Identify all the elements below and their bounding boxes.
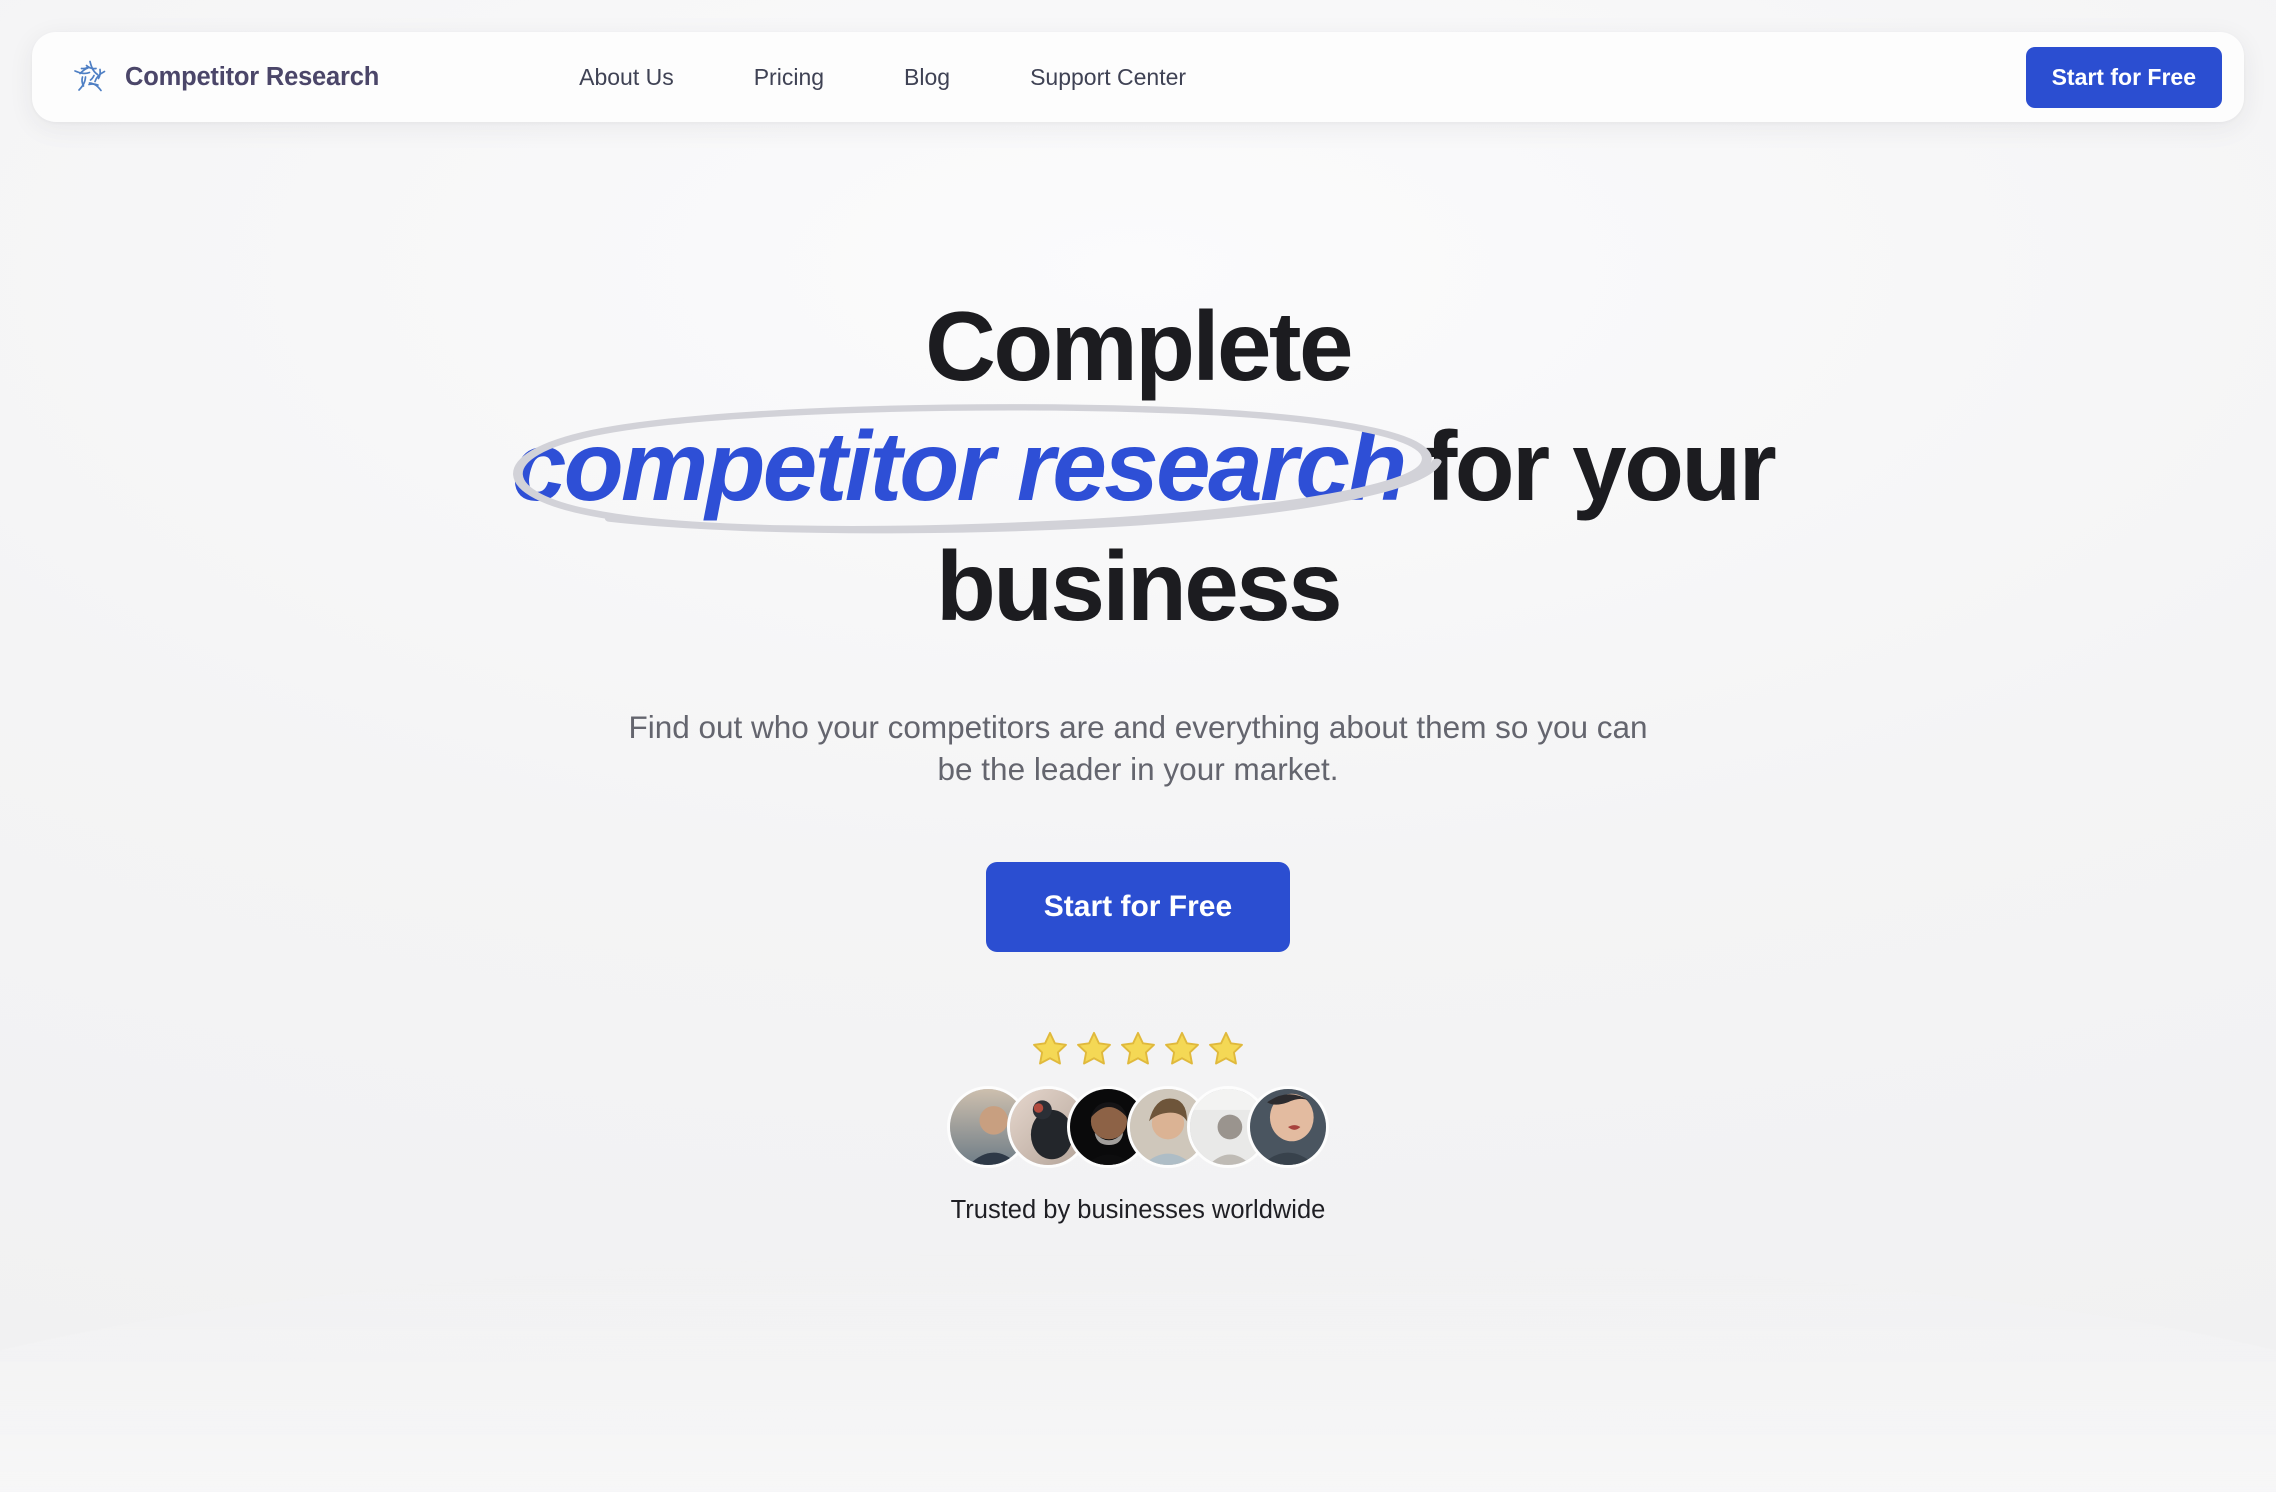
spiderweb-icon [68, 55, 112, 99]
hero-start-for-free-button[interactable]: Start for Free [985, 861, 1291, 952]
rating-stars [1031, 1030, 1245, 1068]
hero-subtitle: Find out who your competitors are and ev… [628, 709, 1648, 787]
star-icon [1075, 1030, 1113, 1068]
customer-avatars [947, 1085, 1329, 1168]
headline-line-3: business [935, 531, 1343, 641]
trusted-text: Trusted by businesses worldwide [950, 1195, 1326, 1224]
nav-link-pricing[interactable]: Pricing [754, 54, 824, 101]
header-start-for-free-button[interactable]: Start for Free [2025, 46, 2222, 108]
star-icon [1163, 1030, 1201, 1068]
headline-line-1: Complete [925, 291, 1353, 401]
star-icon [1207, 1030, 1245, 1068]
brand-name: Competitor Research [125, 62, 380, 91]
headline-highlight-text: competitor research [511, 411, 1407, 521]
main-navigation: About Us Pricing Blog Support Center [579, 54, 1186, 101]
nav-link-about-us[interactable]: About Us [579, 54, 674, 101]
headline-highlight: competitor research [502, 404, 1442, 534]
star-icon [1031, 1030, 1069, 1068]
star-icon [1119, 1030, 1157, 1068]
headline-line-2: competitor research for your [502, 404, 1777, 534]
headline-line-2-tail: for your [1424, 411, 1777, 521]
hero-section: Complete competitor research for your bus… [0, 122, 2276, 1225]
page-title: Complete competitor research for your bus… [502, 291, 1777, 641]
avatar [1247, 1085, 1329, 1168]
brand-logo[interactable]: Competitor Research [68, 55, 379, 99]
site-header: Competitor Research About Us Pricing Blo… [32, 32, 2244, 122]
nav-link-blog[interactable]: Blog [904, 54, 950, 101]
nav-link-support-center[interactable]: Support Center [1030, 54, 1186, 101]
